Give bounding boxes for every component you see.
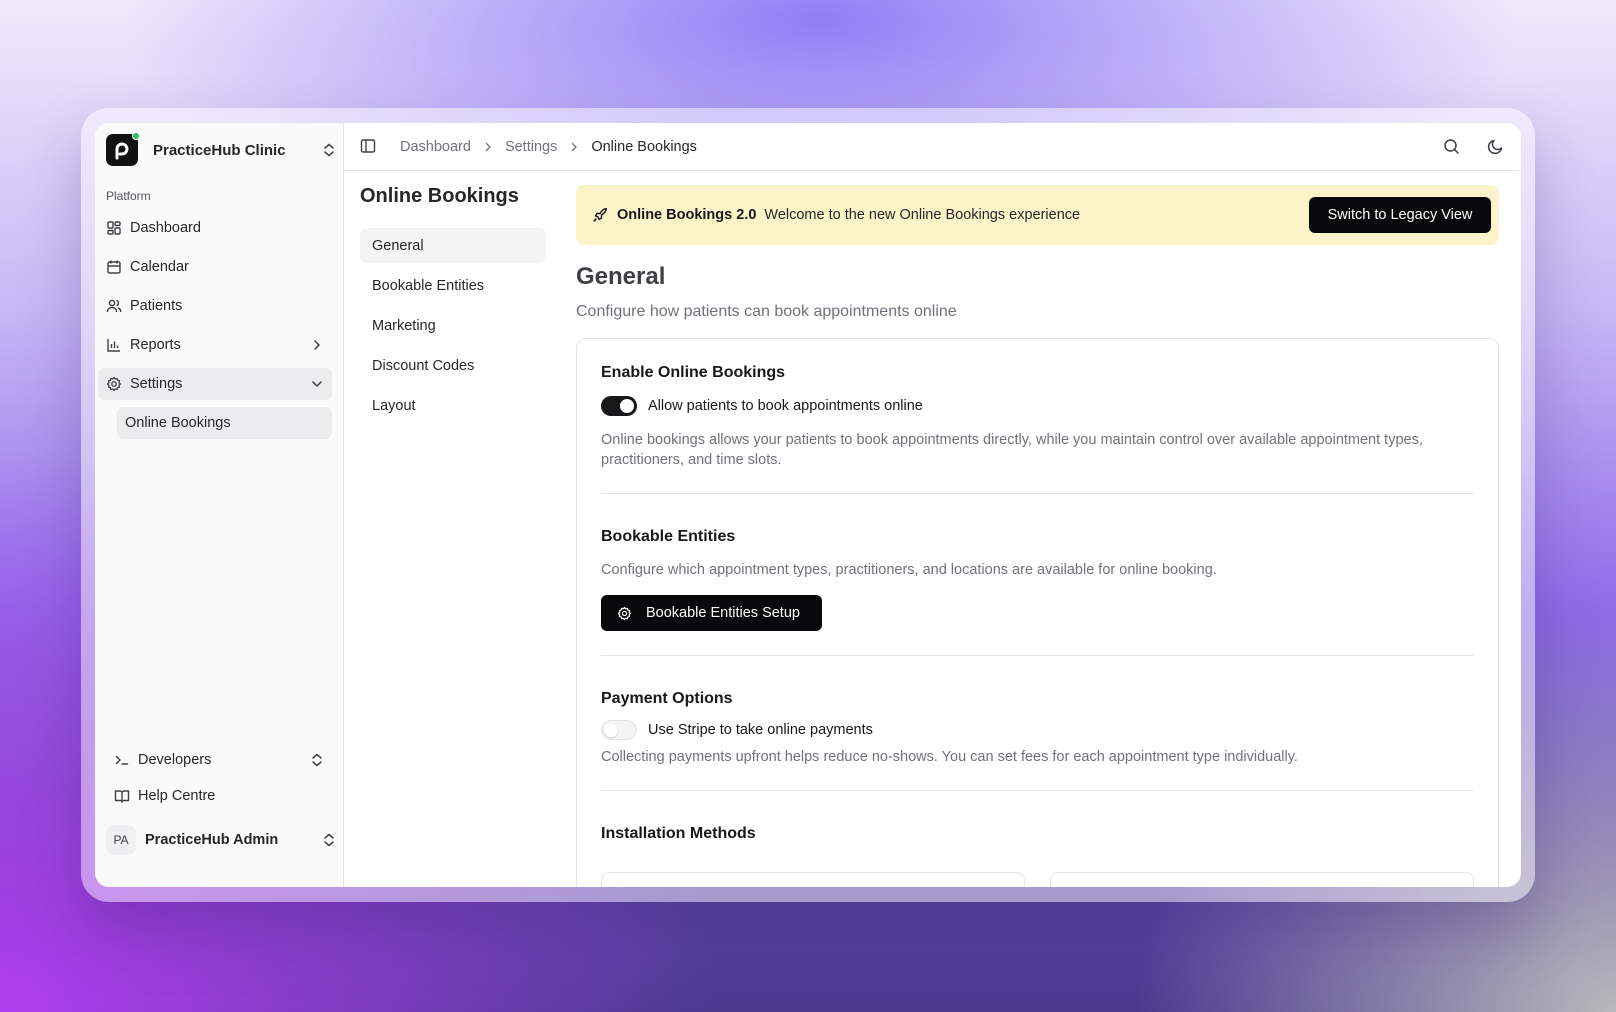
sidebar-item-label: Patients bbox=[130, 298, 183, 314]
button-label: Bookable Entities Setup bbox=[646, 605, 800, 621]
sidebar-item-settings[interactable]: Settings bbox=[98, 368, 332, 400]
stripe-payments-toggle[interactable] bbox=[601, 720, 637, 740]
section-title-payment: Payment Options bbox=[601, 690, 733, 707]
user-name: PracticeHub Admin bbox=[145, 832, 279, 848]
subnav-item-general[interactable]: General bbox=[360, 228, 546, 263]
breadcrumb: Dashboard Settings Online Bookings bbox=[400, 139, 697, 155]
subnav-item-marketing[interactable]: Marketing bbox=[360, 308, 546, 343]
subnav-item-bookable-entities[interactable]: Bookable Entities bbox=[360, 268, 546, 303]
dashboard-icon bbox=[106, 220, 122, 236]
moon-icon[interactable] bbox=[1487, 138, 1505, 156]
install-method-card[interactable] bbox=[1050, 872, 1474, 887]
sidebar-item-patients[interactable]: Patients bbox=[98, 290, 332, 322]
chevron-right-icon bbox=[483, 142, 493, 152]
rocket-icon bbox=[592, 207, 609, 224]
org-name: PracticeHub Clinic bbox=[153, 141, 286, 159]
section-help-entities: Configure which appointment types, pract… bbox=[601, 562, 1217, 578]
toggle-label: Use Stripe to take online payments bbox=[648, 722, 873, 738]
settings-subnav: Online Bookings General Bookable Entitie… bbox=[360, 185, 546, 428]
sidebar-item-label: Help Centre bbox=[138, 788, 216, 804]
main-area: Dashboard Settings Online Bookings Onlin… bbox=[344, 123, 1521, 887]
sidebar-item-calendar[interactable]: Calendar bbox=[98, 251, 332, 283]
avatar: PA bbox=[106, 825, 136, 855]
content: Online Bookings 2.0 Welcome to the new O… bbox=[576, 185, 1499, 887]
sidebar-footer-nav: Developers Help Centre bbox=[106, 744, 332, 816]
sidebar-subitem-online-bookings[interactable]: Online Bookings bbox=[117, 407, 332, 439]
search-icon[interactable] bbox=[1443, 138, 1461, 156]
sidebar-toggle-icon[interactable] bbox=[360, 138, 378, 156]
users-icon bbox=[106, 298, 122, 314]
topbar-actions bbox=[1443, 123, 1505, 171]
sidebar-item-label: Calendar bbox=[130, 259, 189, 275]
sidebar-item-label: Settings bbox=[130, 376, 183, 392]
chevron-down-icon bbox=[312, 381, 322, 387]
online-status-dot bbox=[132, 132, 140, 140]
org-switcher[interactable]: PracticeHub Clinic bbox=[106, 132, 336, 167]
sidebar-item-reports[interactable]: Reports bbox=[98, 329, 332, 361]
banner-text: Welcome to the new Online Bookings exper… bbox=[764, 207, 1081, 223]
section-help-payment: Collecting payments upfront helps reduce… bbox=[601, 749, 1298, 765]
bar-chart-icon bbox=[106, 337, 122, 353]
section-title-entities: Bookable Entities bbox=[601, 528, 736, 545]
user-menu[interactable]: PA PracticeHub Admin bbox=[106, 823, 336, 857]
bookable-entities-setup-button[interactable]: Bookable Entities Setup bbox=[601, 595, 822, 631]
terminal-icon bbox=[114, 752, 130, 768]
page-title: General bbox=[576, 263, 666, 290]
section-title-install: Installation Methods bbox=[601, 825, 756, 842]
sidebar-item-label: Dashboard bbox=[130, 220, 201, 236]
section-help-enable: Online bookings allows your patients to … bbox=[601, 432, 1423, 468]
sidebar: PracticeHub Clinic Platform Dashboard Ca… bbox=[95, 123, 344, 887]
sidebar-item-label: Developers bbox=[138, 752, 212, 768]
breadcrumb-dashboard[interactable]: Dashboard bbox=[400, 139, 471, 155]
calendar-icon bbox=[106, 259, 122, 275]
enable-bookings-toggle[interactable] bbox=[601, 396, 637, 416]
chevrons-updown-icon bbox=[324, 833, 334, 847]
book-icon bbox=[114, 788, 130, 804]
install-method-card[interactable] bbox=[601, 872, 1025, 887]
subnav-title: Online Bookings bbox=[360, 185, 519, 207]
gear-icon bbox=[617, 606, 632, 621]
banner-title: Online Bookings 2.0 bbox=[617, 207, 757, 223]
sidebar-item-developers[interactable]: Developers bbox=[106, 744, 332, 776]
gear-icon bbox=[106, 376, 122, 392]
toggle-label: Allow patients to book appointments onli… bbox=[648, 398, 923, 414]
settings-card: Enable Online Bookings Allow patients to… bbox=[576, 338, 1499, 887]
page-description: Configure how patients can book appointm… bbox=[576, 303, 957, 320]
chevrons-updown-icon bbox=[312, 753, 322, 767]
sidebar-item-dashboard[interactable]: Dashboard bbox=[98, 212, 332, 244]
org-logo bbox=[106, 132, 140, 166]
nav-group-label: Platform bbox=[106, 189, 151, 203]
breadcrumb-current: Online Bookings bbox=[591, 138, 697, 155]
breadcrumb-settings[interactable]: Settings bbox=[505, 139, 557, 155]
chevron-right-icon bbox=[569, 142, 579, 152]
topbar: Dashboard Settings Online Bookings bbox=[344, 123, 1521, 171]
section-title-enable: Enable Online Bookings bbox=[601, 364, 786, 381]
switch-to-legacy-button[interactable]: Switch to Legacy View bbox=[1309, 197, 1491, 233]
subnav-item-discount-codes[interactable]: Discount Codes bbox=[360, 348, 546, 383]
sidebar-item-label: Reports bbox=[130, 337, 181, 353]
chevrons-updown-icon bbox=[324, 143, 334, 157]
chevron-right-icon bbox=[314, 340, 320, 350]
sidebar-nav: Dashboard Calendar Patients Reports Sett… bbox=[98, 212, 332, 439]
stripe-payments-row: Use Stripe to take online payments bbox=[601, 720, 1474, 740]
sidebar-item-help-centre[interactable]: Help Centre bbox=[106, 780, 332, 812]
app-window: PracticeHub Clinic Platform Dashboard Ca… bbox=[95, 123, 1521, 887]
subnav-item-layout[interactable]: Layout bbox=[360, 388, 546, 423]
enable-bookings-row: Allow patients to book appointments onli… bbox=[601, 396, 1474, 416]
announcement-banner: Online Bookings 2.0 Welcome to the new O… bbox=[576, 185, 1499, 245]
